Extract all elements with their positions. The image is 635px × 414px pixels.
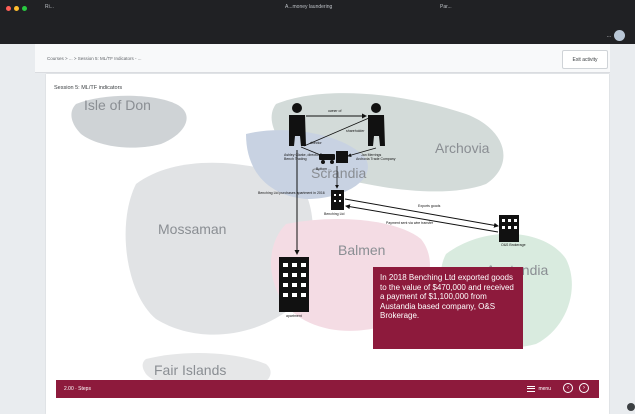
window-controls[interactable]	[6, 6, 27, 11]
region-label-isle-of-don: Isle of Don	[84, 97, 151, 113]
menu-label: menu	[538, 385, 551, 392]
region-label-mossaman: Mossaman	[158, 221, 226, 237]
exit-activity-button[interactable]: Exit activity	[562, 50, 608, 69]
region-label-fair-islands: Fair Islands	[154, 362, 226, 378]
user-menu[interactable]: ...	[607, 30, 625, 41]
breadcrumb-bar: Courses > ... > Session 5: ML/TF Indicat…	[35, 44, 610, 73]
window-right-text: Par...	[440, 4, 452, 10]
arrow-label-director: director	[310, 141, 323, 145]
window-title: A...money laundering	[285, 4, 333, 10]
maximize-window-dot[interactable]	[22, 6, 27, 11]
node-label-right-entity: Archovia Trade Company	[356, 157, 396, 161]
previous-button[interactable]: ‹	[563, 383, 573, 393]
austandia-building-icon	[499, 215, 519, 242]
arrow-label-payment: Payment sent via wire transfer	[386, 221, 434, 225]
callout-box: In 2018 Benching Ltd exported goods to t…	[373, 267, 523, 349]
activity-card: Isle of Don Archovia Scrandia Mossaman B…	[46, 74, 609, 414]
apartment-building-icon	[279, 257, 309, 312]
arrow-label-left-vertical: Benching Ltd purchases apartment in 2016	[258, 191, 325, 195]
breadcrumb[interactable]: Courses > ... > Session 5: ML/TF Indicat…	[47, 56, 142, 61]
player-bar: 2.00 · Steps menu ‹ ›	[56, 380, 599, 398]
hamburger-icon	[527, 384, 536, 393]
minimize-window-dot[interactable]	[14, 6, 19, 11]
node-label-left-entity: Bench Trading	[284, 157, 307, 161]
small-building-icon	[336, 151, 348, 163]
node-label-austandia-company: O&S Brokerage	[501, 243, 526, 247]
arrow-label-shareholder: shareholder	[346, 129, 365, 133]
slide-label: 2.00 · Steps	[64, 386, 91, 392]
node-label-company: Benching Ltd	[324, 212, 344, 216]
node-label-middle: Bottom ...	[316, 167, 331, 171]
arrow-label-export: Exports goods	[418, 204, 441, 208]
map-diagram: Isle of Don Archovia Scrandia Mossaman B…	[71, 93, 572, 393]
next-button[interactable]: ›	[579, 383, 589, 393]
help-icon[interactable]	[627, 403, 635, 411]
company-building-icon	[331, 190, 344, 210]
avatar[interactable]	[614, 30, 625, 41]
menu-button[interactable]: menu	[527, 384, 551, 393]
node-label-apartment: apartment	[286, 314, 302, 318]
session-title: Session 5: ML/TF indicators	[54, 85, 123, 91]
app-top-bar: Ri... A...money laundering Par... ...	[0, 0, 635, 44]
region-label-balmen: Balmen	[338, 242, 385, 258]
arrow-label-owner: owner of	[328, 109, 341, 113]
region-label-archovia: Archovia	[435, 140, 490, 156]
user-name: ...	[606, 32, 611, 39]
tab-text[interactable]: Ri...	[45, 4, 54, 10]
close-window-dot[interactable]	[6, 6, 11, 11]
